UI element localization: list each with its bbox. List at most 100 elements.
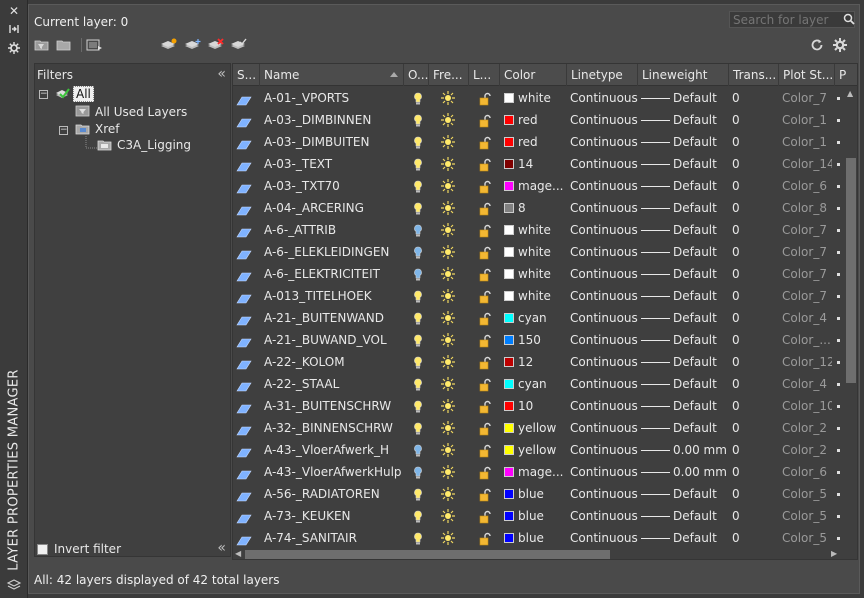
new-property-filter-icon[interactable] <box>34 38 52 52</box>
tree-collapse-all-icon[interactable]: − <box>39 90 48 99</box>
layer-color-name[interactable]: blue <box>518 527 568 547</box>
layer-transparency[interactable]: 0 <box>732 241 772 263</box>
layer-lineweight[interactable]: Default <box>673 263 729 285</box>
layer-lineweight[interactable]: Default <box>673 417 729 439</box>
layer-lineweight[interactable]: Default <box>673 87 729 109</box>
delete-layer-icon[interactable] <box>207 38 225 52</box>
layer-transparency[interactable]: 0 <box>732 395 772 417</box>
bulb-on-icon[interactable] <box>413 131 425 153</box>
layer-transparency[interactable]: 0 <box>732 527 772 547</box>
layer-linetype[interactable]: Continuous <box>570 439 638 461</box>
layer-color-name[interactable]: cyan <box>518 373 568 395</box>
layer-linetype[interactable]: Continuous <box>570 87 638 109</box>
layer-row[interactable]: A-6-_ATTRIB white Continuous Default 0 Color_… <box>233 219 843 241</box>
refresh-icon[interactable] <box>810 38 824 52</box>
layer-linetype[interactable]: Continuous <box>570 109 638 131</box>
bulb-off-icon[interactable] <box>413 461 425 483</box>
bulb-on-icon[interactable] <box>413 505 425 527</box>
layer-linetype[interactable]: Continuous <box>570 329 638 351</box>
layer-row[interactable]: A-013_TITELHOEK white Continuous Default 0 Co… <box>233 285 843 307</box>
color-swatch[interactable] <box>504 225 514 235</box>
layer-linetype[interactable]: Continuous <box>570 197 638 219</box>
layer-color-name[interactable]: yellow <box>518 439 568 461</box>
layer-linetype[interactable]: Continuous <box>570 505 638 527</box>
layer-transparency[interactable]: 0 <box>732 417 772 439</box>
collapse-filters-bottom-icon[interactable]: « <box>217 540 226 556</box>
layer-color-name[interactable]: 150 <box>518 329 568 351</box>
unlocked-icon[interactable] <box>478 329 494 351</box>
layer-color-name[interactable]: 12 <box>518 351 568 373</box>
color-swatch[interactable] <box>504 181 514 191</box>
bulb-on-icon[interactable] <box>413 351 425 373</box>
column-header-lineweight[interactable]: Lineweight <box>638 64 729 86</box>
unlocked-icon[interactable] <box>478 307 494 329</box>
color-swatch[interactable] <box>504 379 514 389</box>
unlocked-icon[interactable] <box>478 505 494 527</box>
settings-gear-icon[interactable] <box>832 37 848 53</box>
color-swatch[interactable] <box>504 203 514 213</box>
column-header-freeze[interactable]: Fre... <box>429 64 469 86</box>
bulb-on-icon[interactable] <box>413 153 425 175</box>
layer-color-name[interactable]: blue <box>518 505 568 527</box>
layer-lineweight[interactable]: Default <box>673 527 729 547</box>
color-swatch[interactable] <box>504 357 514 367</box>
layer-color-name[interactable]: white <box>518 241 568 263</box>
tree-collapse-xref-icon[interactable]: − <box>59 126 68 135</box>
layer-color-name[interactable]: cyan <box>518 307 568 329</box>
layer-row[interactable]: A-31-_BUITENSCHRW 10 Continuous Default 0 Col… <box>233 395 843 417</box>
column-header-on[interactable]: O... <box>404 64 429 86</box>
column-header-transparency[interactable]: Trans... <box>729 64 779 86</box>
color-swatch[interactable] <box>504 159 514 169</box>
unlocked-icon[interactable] <box>478 351 494 373</box>
layer-color-name[interactable]: yellow <box>518 417 568 439</box>
layer-linetype[interactable]: Continuous <box>570 131 638 153</box>
layer-linetype[interactable]: Continuous <box>570 373 638 395</box>
scroll-left-icon[interactable]: ◀ <box>235 549 241 558</box>
color-swatch[interactable] <box>504 511 514 521</box>
layer-lineweight[interactable]: 0.00 mm <box>673 439 729 461</box>
bulb-on-icon[interactable] <box>413 417 425 439</box>
unlocked-icon[interactable] <box>478 461 494 483</box>
freeze-sun-icon[interactable] <box>440 153 458 175</box>
column-header-name[interactable]: Name <box>260 64 404 86</box>
layer-lineweight[interactable]: Default <box>673 241 729 263</box>
layer-transparency[interactable]: 0 <box>732 219 772 241</box>
layer-color-name[interactable]: 8 <box>518 197 568 219</box>
layer-row[interactable]: A-03-_TXT70 mage... Continuous Default 0 Colo… <box>233 175 843 197</box>
layer-transparency[interactable]: 0 <box>732 329 772 351</box>
freeze-sun-icon[interactable] <box>440 395 458 417</box>
layer-lineweight[interactable]: Default <box>673 109 729 131</box>
unlocked-icon[interactable] <box>478 131 494 153</box>
layer-transparency[interactable]: 0 <box>732 505 772 527</box>
layer-linetype[interactable]: Continuous <box>570 153 638 175</box>
layer-transparency[interactable]: 0 <box>732 483 772 505</box>
layer-color-name[interactable]: white <box>518 219 568 241</box>
unlocked-icon[interactable] <box>478 175 494 197</box>
layer-row[interactable]: A-43-_VloerAfwerkHulp... mage... Continuou… <box>233 461 843 483</box>
color-swatch[interactable] <box>504 137 514 147</box>
set-current-icon[interactable] <box>230 38 248 52</box>
horizontal-scrollbar[interactable]: ◀ ▶ <box>233 547 843 559</box>
layer-lineweight[interactable]: Default <box>673 153 729 175</box>
layer-linetype[interactable]: Continuous <box>570 241 638 263</box>
color-swatch[interactable] <box>504 401 514 411</box>
freeze-sun-icon[interactable] <box>440 131 458 153</box>
bulb-on-icon[interactable] <box>413 373 425 395</box>
bulb-on-icon[interactable] <box>413 87 425 109</box>
new-group-filter-icon[interactable] <box>56 38 74 52</box>
unlocked-icon[interactable] <box>478 153 494 175</box>
layer-color-name[interactable]: red <box>518 109 568 131</box>
bulb-on-icon[interactable] <box>413 527 425 547</box>
color-swatch[interactable] <box>504 269 514 279</box>
layer-transparency[interactable]: 0 <box>732 197 772 219</box>
column-header-lock[interactable]: L... <box>469 64 500 86</box>
layer-transparency[interactable]: 0 <box>732 109 772 131</box>
layer-linetype[interactable]: Continuous <box>570 285 638 307</box>
layer-color-name[interactable]: mage... <box>518 175 568 197</box>
freeze-sun-icon[interactable] <box>440 439 458 461</box>
layer-transparency[interactable]: 0 <box>732 263 772 285</box>
column-header-status[interactable]: S... <box>233 64 260 86</box>
layer-transparency[interactable]: 0 <box>732 87 772 109</box>
layer-transparency[interactable]: 0 <box>732 373 772 395</box>
layer-row[interactable]: A-32-_BINNENSCHRW yellow Continuous Default… <box>233 417 843 439</box>
